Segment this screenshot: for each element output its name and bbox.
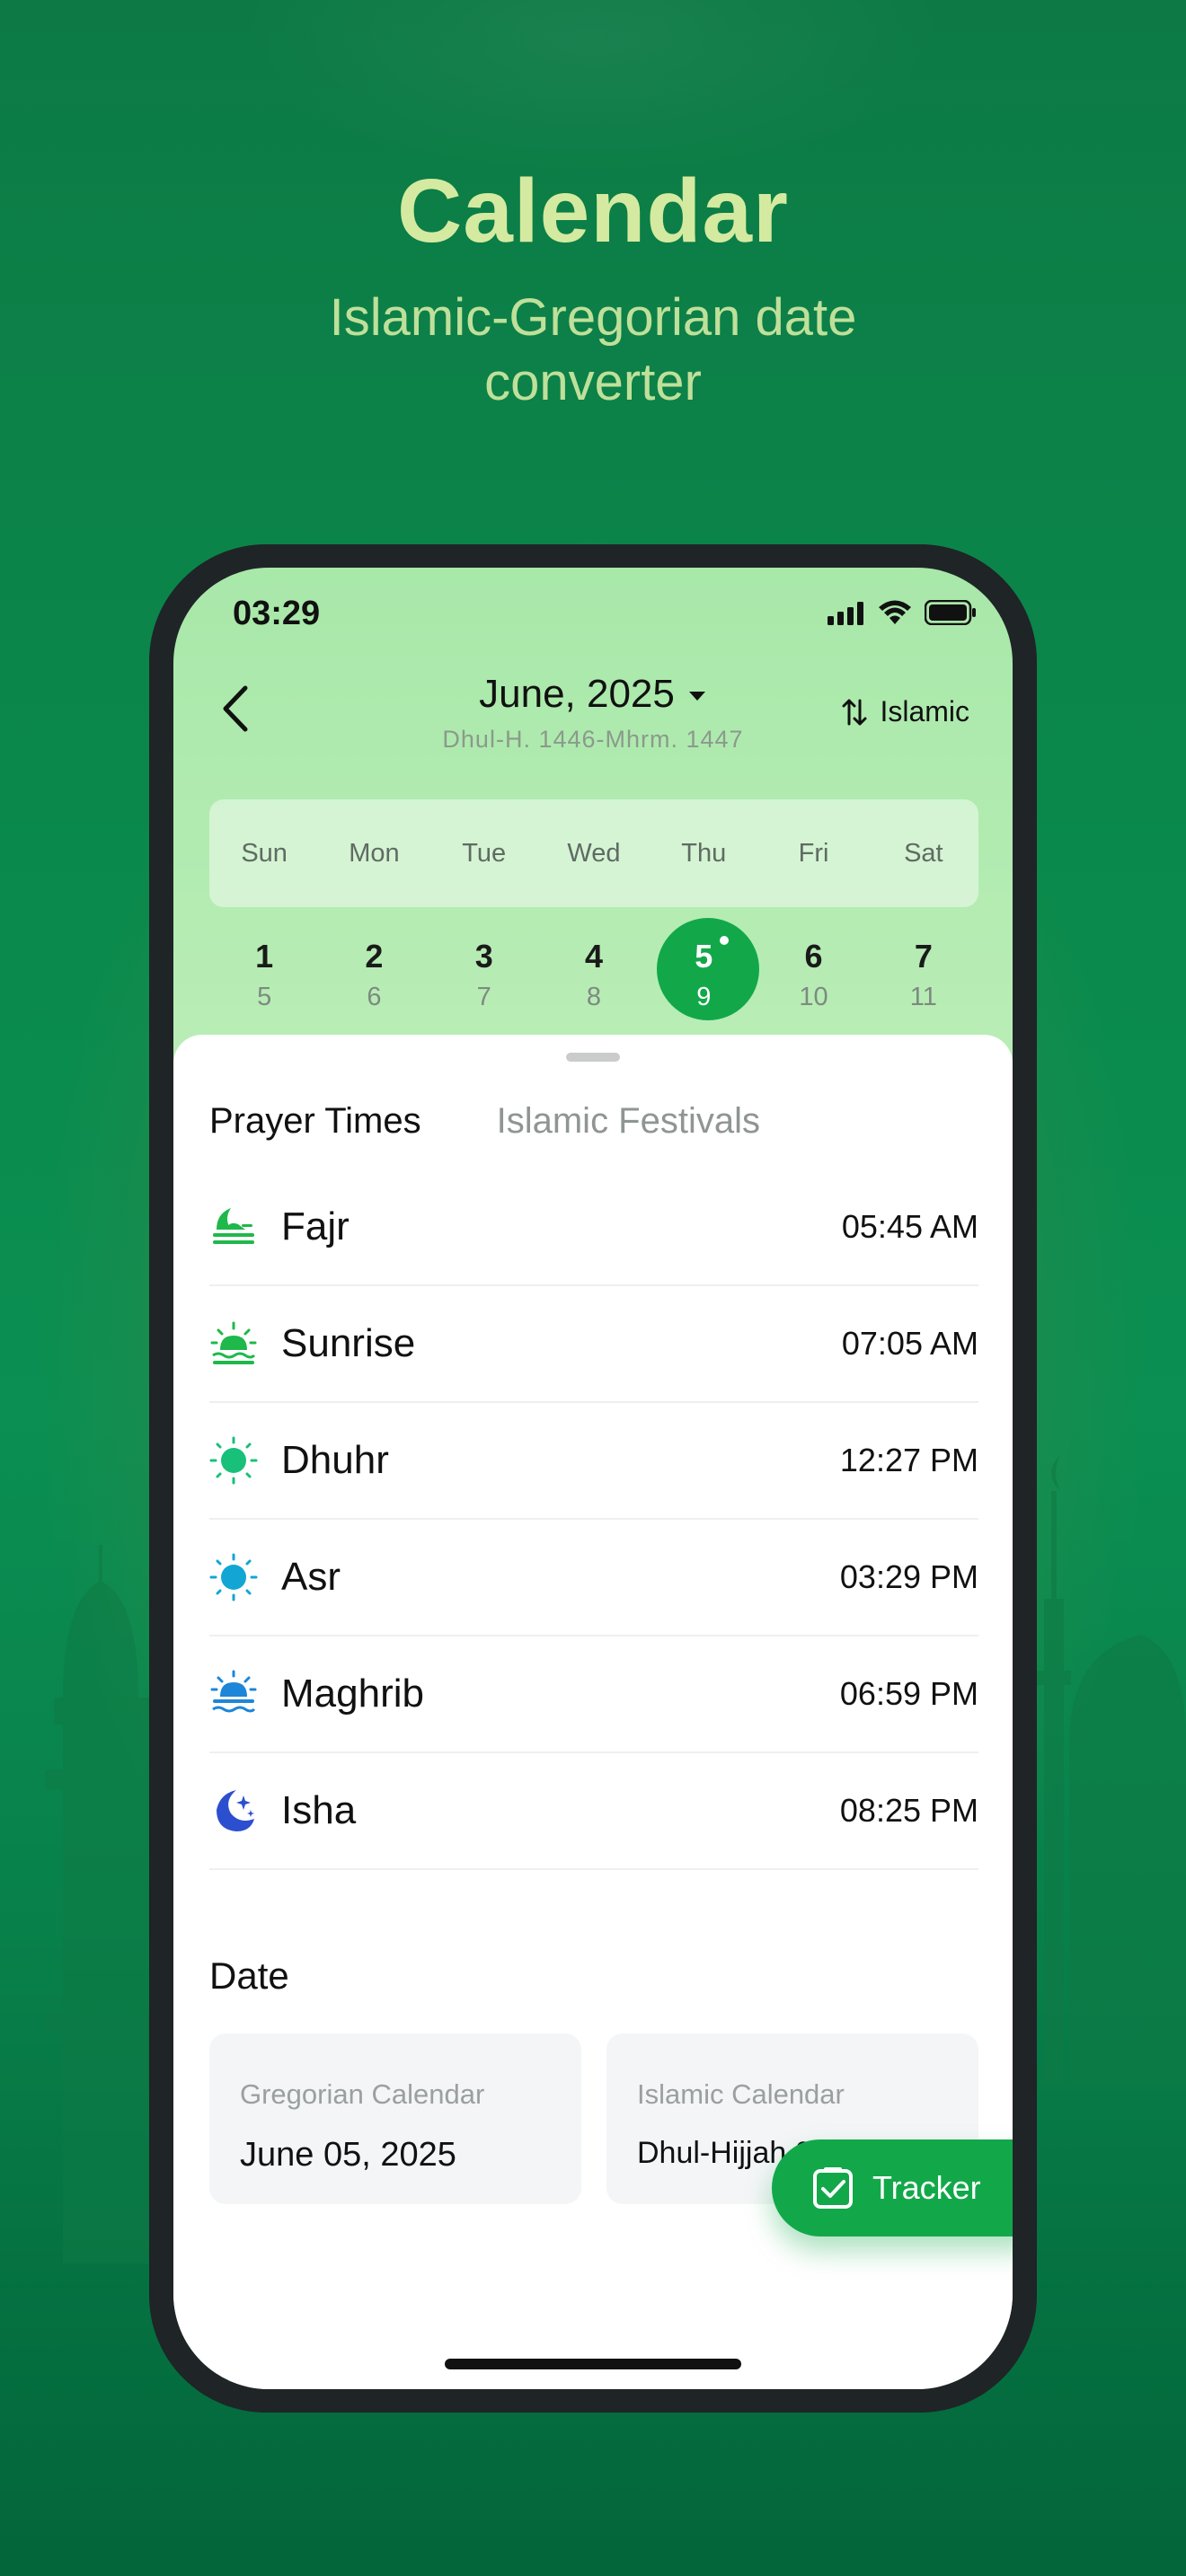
hijri-day: 10 xyxy=(799,983,828,1011)
day-cell[interactable]: 4 8 xyxy=(539,909,649,1017)
prayer-name: Isha xyxy=(281,1788,357,1832)
day-cell-selected[interactable]: 5 9 xyxy=(649,909,760,1020)
battery-icon xyxy=(925,600,976,625)
wifi-icon xyxy=(879,600,911,624)
hijri-day: 6 xyxy=(367,983,382,1011)
weekday-label: Mon xyxy=(349,839,400,868)
weekday-label: Sat xyxy=(904,839,943,868)
hijri-day: 9 xyxy=(696,983,712,1011)
weekday-label: Thu xyxy=(681,839,727,868)
prayer-name: Asr xyxy=(281,1555,341,1599)
sun-icon xyxy=(209,1436,258,1485)
hijri-range: Dhul-H. 1446-Mhrm. 1447 xyxy=(442,726,744,753)
day-cell[interactable]: 7 11 xyxy=(869,909,978,1017)
tracker-button[interactable]: Tracker xyxy=(772,2139,1013,2236)
weekday-label: Sun xyxy=(241,839,288,868)
prayer-row-fajr[interactable]: Fajr 05:45 AM xyxy=(209,1169,978,1286)
hijri-day: 8 xyxy=(586,983,602,1011)
tab-islamic-festivals[interactable]: Islamic Festivals xyxy=(497,1101,760,1142)
calendar-toggle-label: Islamic xyxy=(880,695,969,728)
gregorian-label: Gregorian Calendar xyxy=(240,2078,485,2110)
prayer-name: Maghrib xyxy=(281,1672,424,1716)
weekday-label: Fri xyxy=(798,839,829,868)
prayer-row-dhuhr[interactable]: Dhuhr 12:27 PM xyxy=(209,1403,978,1520)
gregorian-day: 3 xyxy=(474,938,493,975)
gregorian-value: June 05, 2025 xyxy=(240,2136,456,2174)
mosque-silhouette-left xyxy=(45,1545,162,2263)
prayer-row-maghrib[interactable]: Maghrib 06:59 PM xyxy=(209,1636,978,1753)
prayer-time: 06:59 PM xyxy=(839,1675,978,1712)
bottom-sheet: Prayer Times Islamic Festivals Fajr 05:4… xyxy=(173,1035,1013,2389)
sunrise-icon xyxy=(210,1321,257,1364)
gregorian-date-card: Gregorian Calendar June 05, 2025 xyxy=(209,2033,581,2204)
tracker-label: Tracker xyxy=(872,2169,981,2206)
gregorian-day: 6 xyxy=(804,938,823,975)
month-title: June, 2025 xyxy=(479,672,675,716)
prayer-row-sunrise[interactable]: Sunrise 07:05 AM xyxy=(209,1286,978,1403)
date-section-heading: Date xyxy=(209,1954,289,1997)
gregorian-day: 7 xyxy=(914,938,933,975)
prayer-time: 03:29 PM xyxy=(839,1558,978,1595)
status-icons xyxy=(828,600,977,625)
day-cell[interactable]: 1 5 xyxy=(209,909,319,1017)
checkbox-icon xyxy=(813,2167,853,2209)
gregorian-day: 4 xyxy=(584,938,603,975)
prayer-time: 12:27 PM xyxy=(839,1442,978,1478)
fajr-icon xyxy=(213,1208,254,1244)
tab-bar: Prayer Times Islamic Festivals xyxy=(209,1101,760,1142)
sheet-drag-handle[interactable] xyxy=(566,1053,620,1062)
weekday-label: Tue xyxy=(462,839,507,868)
sun-icon xyxy=(209,1553,258,1601)
prayer-times-list: Fajr 05:45 AM Sunrise 07:05 AM Dhuhr 12:… xyxy=(209,1169,978,1870)
hero-subtitle: Islamic-Gregorian date converter xyxy=(329,288,857,411)
gregorian-day: 2 xyxy=(365,938,384,975)
signal-icon xyxy=(828,602,863,625)
hero-title: Calendar xyxy=(397,161,789,261)
hijri-day: 11 xyxy=(909,983,937,1011)
islamic-label: Islamic Calendar xyxy=(637,2078,845,2110)
prayer-time: 08:25 PM xyxy=(839,1792,978,1829)
swap-vertical-icon xyxy=(842,699,867,725)
prayer-row-isha[interactable]: Isha 08:25 PM xyxy=(209,1753,978,1870)
day-cell[interactable]: 6 10 xyxy=(758,909,868,1017)
prayer-name: Sunrise xyxy=(281,1321,416,1365)
tab-prayer-times[interactable]: Prayer Times xyxy=(209,1101,421,1142)
gregorian-day: 5 xyxy=(695,938,713,975)
prayer-row-asr[interactable]: Asr 03:29 PM xyxy=(209,1520,978,1636)
background-ornament xyxy=(234,0,952,180)
calendar-toggle-button[interactable]: Islamic xyxy=(842,695,969,728)
caret-down-icon xyxy=(688,692,705,701)
hijri-day: 7 xyxy=(476,983,491,1011)
weekday-label: Wed xyxy=(567,839,621,868)
week-days-row: 1 5 2 6 3 7 4 8 5 9 6 10 7 11 xyxy=(209,909,978,1020)
app-screen: 03:29 June, 2025 Dhul-H. 1446-Mhrm. 1447 xyxy=(173,568,1013,2389)
home-indicator[interactable] xyxy=(445,2359,741,2369)
prayer-time: 07:05 AM xyxy=(841,1325,978,1362)
sunset-icon xyxy=(210,1670,257,1713)
day-cell[interactable]: 2 6 xyxy=(319,909,429,1017)
weekday-header: Sun Mon Tue Wed Thu Fri Sat xyxy=(209,799,978,907)
moon-stars-icon xyxy=(217,1790,254,1831)
prayer-time: 05:45 AM xyxy=(841,1208,978,1245)
status-time: 03:29 xyxy=(233,595,321,632)
gregorian-day: 1 xyxy=(255,938,274,975)
hijri-day: 5 xyxy=(257,983,272,1011)
prayer-name: Dhuhr xyxy=(281,1438,389,1482)
day-cell[interactable]: 3 7 xyxy=(429,909,539,1017)
prayer-name: Fajr xyxy=(281,1204,350,1248)
